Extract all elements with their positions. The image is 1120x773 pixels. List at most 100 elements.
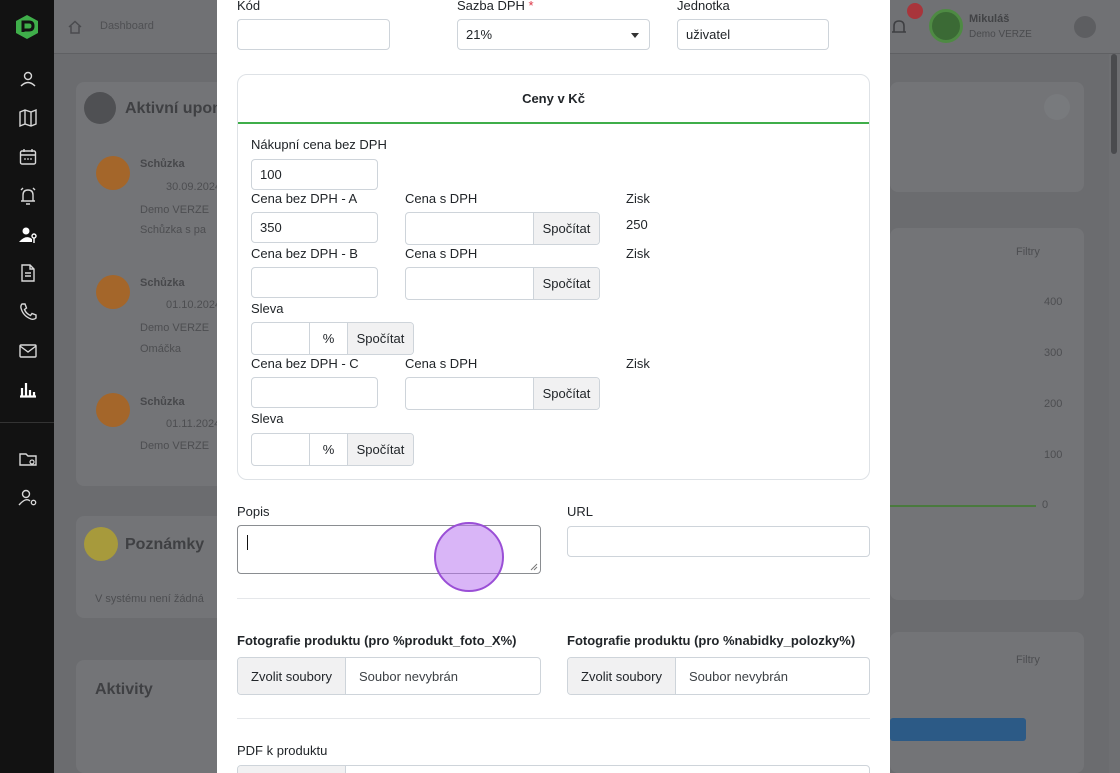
- reminder-icon: [96, 156, 130, 190]
- alarm-icon[interactable]: [18, 186, 38, 206]
- chart-tick: 400: [1044, 296, 1063, 308]
- price-a-vat-input[interactable]: [406, 213, 533, 244]
- notification-bell-icon: [892, 20, 906, 33]
- price-b-label: Cena bez DPH - B: [251, 246, 358, 261]
- compute-b-vat-button[interactable]: Spočítat: [533, 268, 599, 299]
- resize-grip-icon[interactable]: [530, 563, 538, 571]
- filter-label: Filtry: [1016, 246, 1040, 258]
- vat-select[interactable]: 21%: [457, 19, 650, 50]
- user-key-icon[interactable]: [18, 225, 38, 245]
- contacts-icon[interactable]: [18, 69, 38, 89]
- url-input[interactable]: [567, 526, 870, 557]
- purchase-price-label: Nákupní cena bez DPH: [251, 137, 387, 152]
- photos-offer-label: Fotografie produktu (pro %nabidky_polozk…: [567, 633, 856, 648]
- vat-label: Sazba DPH *: [457, 0, 534, 13]
- price-b-vat-input[interactable]: [406, 268, 533, 299]
- pdf-choose-files-button[interactable]: [238, 766, 346, 773]
- chart-baseline: [890, 505, 1036, 507]
- reminders-card-icon: [84, 92, 116, 124]
- reminder-firm: Demo VERZE: [140, 204, 210, 216]
- tab-prices-czk-label: Ceny v Kč: [522, 91, 585, 106]
- reminder-date: 30.09.2024: [166, 181, 222, 193]
- reminder-title: Schůzka: [140, 396, 185, 408]
- document-icon[interactable]: [18, 263, 38, 283]
- price-c-label: Cena bez DPH - C: [251, 356, 359, 371]
- mail-icon[interactable]: [18, 341, 38, 361]
- code-input[interactable]: [237, 19, 390, 50]
- price-c-input[interactable]: [251, 377, 378, 408]
- notification-badge: [907, 3, 923, 19]
- discount-b-percent: %: [309, 323, 347, 354]
- map-icon[interactable]: [18, 108, 38, 128]
- reminder-icon: [96, 393, 130, 427]
- activity-card-title: Aktivity: [95, 681, 153, 698]
- user-name: Mikuláš: [969, 13, 1010, 25]
- theme-toggle-icon: [1074, 16, 1096, 38]
- pdf-file-input[interactable]: [237, 765, 870, 773]
- price-b-vat-group: Spočítat: [405, 267, 600, 300]
- reminder-icon: [96, 275, 130, 309]
- divider: [237, 598, 870, 599]
- user-avatar: [929, 9, 963, 43]
- folder-settings-icon[interactable]: [18, 449, 38, 469]
- price-a-vat-label: Cena s DPH: [405, 191, 478, 206]
- activity-bar: [890, 718, 1026, 741]
- vat-label-text: Sazba DPH: [457, 0, 525, 13]
- notes-card-title: Poznámky: [125, 536, 205, 553]
- calendar-icon[interactable]: [18, 147, 38, 167]
- discount-b-label: Sleva: [251, 301, 284, 316]
- vat-select-value: 21%: [466, 27, 493, 42]
- stats-chart-icon[interactable]: [18, 379, 38, 399]
- unit-input[interactable]: uživatel: [677, 19, 829, 50]
- discount-c-input[interactable]: [252, 434, 309, 465]
- user-settings-icon[interactable]: [18, 488, 38, 508]
- reminder-date: 01.11.2024: [166, 418, 221, 430]
- profit-a-label: Zisk: [626, 191, 650, 206]
- description-label: Popis: [237, 504, 270, 519]
- phone-icon[interactable]: [18, 302, 38, 322]
- compute-discount-c-button[interactable]: Spočítat: [347, 434, 413, 465]
- price-c-vat-input[interactable]: [406, 378, 533, 409]
- price-a-label: Cena bez DPH - A: [251, 191, 358, 206]
- chart-tick: 200: [1044, 398, 1063, 410]
- reminder-note: Omáčka: [140, 343, 181, 355]
- required-mark: *: [528, 0, 534, 13]
- pdf-label: PDF k produktu: [237, 743, 328, 758]
- notes-empty-text: V systému není žádná: [95, 593, 204, 605]
- reminder-firm: Demo VERZE: [140, 322, 210, 334]
- photos-offer-file-input[interactable]: Zvolit soubory Soubor nevybrán: [567, 657, 870, 695]
- price-b-vat-label: Cena s DPH: [405, 246, 478, 261]
- code-label: Kód: [237, 0, 261, 13]
- photos-offer-no-file-text: Soubor nevybrán: [689, 668, 789, 684]
- compute-discount-b-button[interactable]: Spočítat: [347, 323, 413, 354]
- photos-file-input[interactable]: Zvolit soubory Soubor nevybrán: [237, 657, 541, 695]
- profit-a-value: 250: [626, 217, 648, 232]
- price-c-vat-group: Spočítat: [405, 377, 600, 410]
- app-logo-icon[interactable]: [14, 14, 40, 40]
- purchase-price-input[interactable]: 100: [251, 159, 378, 190]
- page-scrollbar[interactable]: [1109, 54, 1120, 773]
- price-c-vat-label: Cena s DPH: [405, 356, 478, 371]
- reminder-title: Schůzka: [140, 158, 185, 170]
- unit-label: Jednotka: [677, 0, 730, 13]
- profit-b-label: Zisk: [626, 246, 650, 261]
- breadcrumb: Dashboard: [100, 20, 154, 32]
- scrollbar-thumb[interactable]: [1111, 54, 1117, 154]
- text-caret: [247, 535, 248, 550]
- photos-label: Fotografie produktu (pro %produkt_foto_X…: [237, 633, 517, 648]
- product-modal: Kód Sazba DPH * 21% Jednotka uživatel Ce…: [217, 0, 890, 773]
- tab-prices-czk[interactable]: Ceny v Kč: [238, 75, 869, 124]
- reminder-note: Schůzka s pa: [140, 224, 207, 236]
- photos-no-file-text: Soubor nevybrán: [359, 668, 459, 684]
- compute-a-vat-button[interactable]: Spočítat: [533, 213, 599, 244]
- price-b-input[interactable]: [251, 267, 378, 298]
- reminder-firm: Demo VERZE: [140, 440, 210, 452]
- right-card-bottom: [890, 632, 1084, 773]
- compute-c-vat-button[interactable]: Spočítat: [533, 378, 599, 409]
- chart-tick: 0: [1042, 499, 1049, 511]
- photos-offer-choose-files-button[interactable]: Zvolit soubory: [568, 658, 676, 694]
- price-a-input[interactable]: 350: [251, 212, 378, 243]
- activity-card: [76, 660, 236, 773]
- discount-b-input[interactable]: [252, 323, 309, 354]
- photos-choose-files-button[interactable]: Zvolit soubory: [238, 658, 346, 694]
